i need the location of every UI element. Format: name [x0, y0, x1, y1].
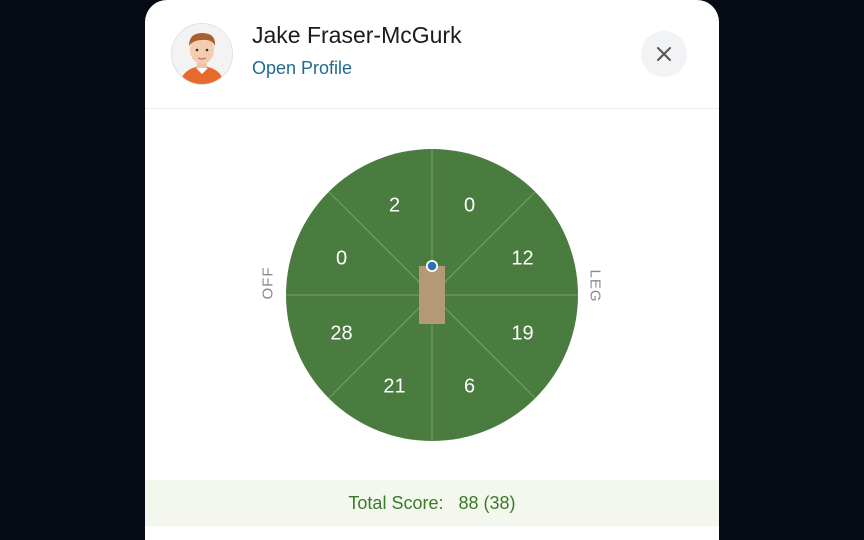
close-icon [657, 47, 671, 61]
segment-runs-leg-square: 19 [511, 323, 533, 345]
batsman-marker-dot [427, 261, 437, 271]
segment-runs-leg-mid: 12 [511, 248, 533, 270]
pitch [419, 266, 445, 324]
player-avatar [171, 23, 233, 85]
segment-runs-leg-straight: 0 [464, 195, 475, 217]
segment-runs-third-man: 21 [383, 376, 405, 398]
player-wagon-modal: Jake Fraser-McGurk Open Profile OFF LEG … [145, 0, 719, 540]
segment-runs-leg-fine: 6 [464, 376, 475, 398]
total-score-label: Total Score: [348, 493, 444, 513]
wagon-wheel-chart: 2 0 12 19 6 21 28 0 [286, 149, 578, 441]
player-avatar-icon [180, 33, 224, 84]
close-button[interactable] [641, 31, 687, 77]
open-profile-link[interactable]: Open Profile [252, 58, 352, 79]
segment-runs-off-cover: 0 [336, 248, 347, 270]
segment-runs-off-straight: 2 [389, 195, 400, 217]
player-name: Jake Fraser-McGurk [252, 22, 462, 48]
total-score-bar: Total Score: 88 (38) [145, 480, 719, 526]
segment-runs-off-square: 28 [330, 323, 352, 345]
total-score-value: 88 (38) [458, 493, 516, 513]
modal-header: Jake Fraser-McGurk Open Profile [145, 0, 719, 109]
